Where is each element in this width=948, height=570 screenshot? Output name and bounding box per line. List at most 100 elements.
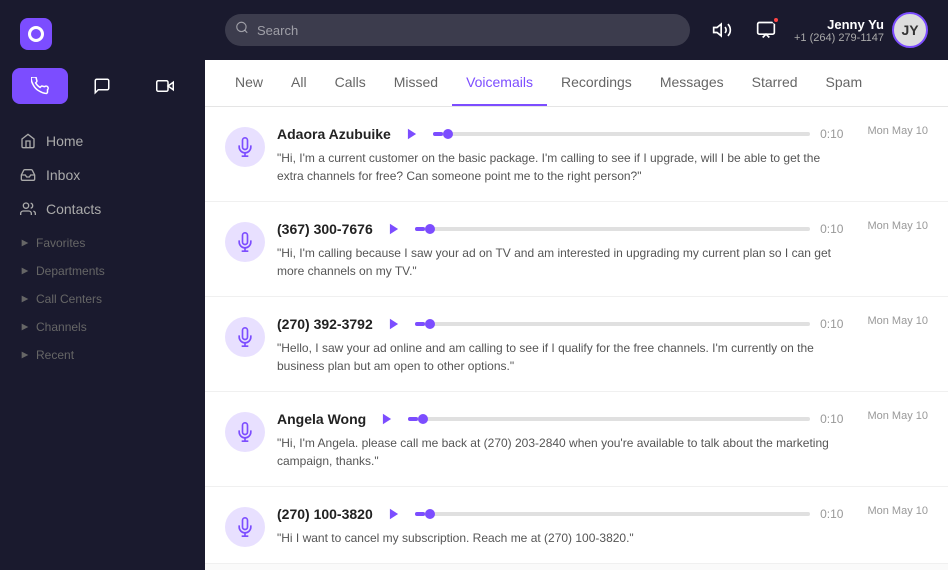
progress-dot-5 xyxy=(425,509,435,519)
progress-bar-4[interactable] xyxy=(408,417,810,421)
nav-tab-chat[interactable] xyxy=(74,68,130,104)
chevron-right-icon-channels xyxy=(20,322,30,332)
voicemail-item: (270) 100-3820 0:10 "Hi I want to cancel… xyxy=(205,487,948,564)
voicemail-right-3: Mon May 10 xyxy=(855,313,928,327)
tab-calls[interactable]: Calls xyxy=(321,60,380,106)
play-button-4[interactable] xyxy=(376,408,398,430)
voicemail-text-3: "Hello, I saw your ad online and am call… xyxy=(277,339,843,375)
voicemail-name-2: (367) 300-7676 xyxy=(277,221,373,237)
voicemail-header-3: (270) 392-3792 0:10 xyxy=(277,313,843,335)
voicemail-text-5: "Hi I want to cancel my subscription. Re… xyxy=(277,529,843,547)
sidebar-item-home[interactable]: Home xyxy=(0,124,205,158)
voicemail-header-1: Adaora Azubuike 0:10 xyxy=(277,123,843,145)
tab-new[interactable]: New xyxy=(221,60,277,106)
sidebar-item-inbox[interactable]: Inbox xyxy=(0,158,205,192)
voicemail-name-5: (270) 100-3820 xyxy=(277,506,373,522)
sidebar-section-callcenters-label: Call Centers xyxy=(36,292,102,306)
search-input[interactable] xyxy=(225,14,690,46)
progress-bar-3[interactable] xyxy=(415,322,810,326)
sidebar-section-departments-label: Departments xyxy=(36,264,105,278)
play-icon-4 xyxy=(380,412,394,426)
voicemail-content-1: Adaora Azubuike 0:10 "Hi, I'm a current … xyxy=(277,123,843,185)
sidebar-item-home-label: Home xyxy=(46,133,83,149)
voicemail-avatar-3 xyxy=(225,317,265,357)
duration-4: 0:10 xyxy=(820,412,843,426)
duration-2: 0:10 xyxy=(820,222,843,236)
sidebar-section-channels[interactable]: Channels xyxy=(0,310,205,338)
progress-track-3 xyxy=(415,322,425,326)
play-icon-5 xyxy=(387,507,401,521)
search-bar xyxy=(225,14,690,46)
play-button-2[interactable] xyxy=(383,218,405,240)
notification-dot xyxy=(772,16,780,24)
voicemail-icon-3 xyxy=(235,327,255,347)
voicemail-text-1: "Hi, I'm a current customer on the basic… xyxy=(277,149,843,185)
tab-all[interactable]: All xyxy=(277,60,321,106)
sidebar-section-callcenters[interactable]: Call Centers xyxy=(0,282,205,310)
voicemail-name-3: (270) 392-3792 xyxy=(277,316,373,332)
play-button-3[interactable] xyxy=(383,313,405,335)
chevron-right-icon-favorites xyxy=(20,238,30,248)
voicemail-date-1: Mon May 10 xyxy=(867,125,928,137)
user-details: Jenny Yu +1 (264) 279-1147 xyxy=(794,17,884,44)
speaker-icon xyxy=(712,20,732,40)
progress-bar-1[interactable] xyxy=(433,132,810,136)
voicemail-header-5: (270) 100-3820 0:10 xyxy=(277,503,843,525)
progress-bar-5[interactable] xyxy=(415,512,810,516)
header-right: Jenny Yu +1 (264) 279-1147 JY xyxy=(706,12,928,48)
tab-missed[interactable]: Missed xyxy=(380,60,452,106)
inbox-icon xyxy=(20,167,36,183)
sidebar-section-favorites-label: Favorites xyxy=(36,236,85,250)
progress-dot-4 xyxy=(418,414,428,424)
play-button-5[interactable] xyxy=(383,503,405,525)
voicemail-item: (270) 392-3792 0:10 "Hello, I saw your a… xyxy=(205,297,948,392)
nav-tab-video[interactable] xyxy=(137,68,193,104)
tab-voicemails[interactable]: Voicemails xyxy=(452,60,547,106)
avatar[interactable]: JY xyxy=(892,12,928,48)
message-icon-wrap xyxy=(750,14,782,46)
nav-tab-phone[interactable] xyxy=(12,68,68,104)
chevron-right-icon-callcenters xyxy=(20,294,30,304)
voicemail-text-4: "Hi, I'm Angela. please call me back at … xyxy=(277,434,843,470)
avatar-initials: JY xyxy=(901,22,918,38)
voicemail-content-4: Angela Wong 0:10 "Hi, I'm Angela. please… xyxy=(277,408,843,470)
tab-recordings[interactable]: Recordings xyxy=(547,60,646,106)
phone-icon xyxy=(31,77,49,95)
progress-track-5 xyxy=(415,512,425,516)
progress-bar-2[interactable] xyxy=(415,227,810,231)
home-icon xyxy=(20,133,36,149)
search-icon xyxy=(235,21,249,40)
tab-starred[interactable]: Starred xyxy=(738,60,812,106)
tab-messages[interactable]: Messages xyxy=(646,60,738,106)
sidebar-item-contacts[interactable]: Contacts xyxy=(0,192,205,226)
progress-dot-3 xyxy=(425,319,435,329)
sidebar-nav-tabs xyxy=(0,68,205,116)
voicemail-date-5: Mon May 10 xyxy=(867,505,928,517)
app-header: Jenny Yu +1 (264) 279-1147 JY xyxy=(205,0,948,60)
progress-track-4 xyxy=(408,417,418,421)
tab-spam[interactable]: Spam xyxy=(812,60,877,106)
voicemail-icon-2 xyxy=(235,232,255,252)
play-icon-2 xyxy=(387,222,401,236)
voicemail-name-4: Angela Wong xyxy=(277,411,366,427)
voicemail-text-2: "Hi, I'm calling because I saw your ad o… xyxy=(277,244,843,280)
sidebar-section-favorites[interactable]: Favorites xyxy=(0,226,205,254)
progress-dot-1 xyxy=(443,129,453,139)
voicemail-avatar-5 xyxy=(225,507,265,547)
main-panel: Jenny Yu +1 (264) 279-1147 JY New All Ca… xyxy=(205,0,948,570)
sidebar-section-recent[interactable]: Recent xyxy=(0,338,205,366)
voicemail-header-4: Angela Wong 0:10 xyxy=(277,408,843,430)
sidebar-section-channels-label: Channels xyxy=(36,320,87,334)
voicemail-icon-4 xyxy=(235,422,255,442)
voicemail-right-1: Mon May 10 xyxy=(855,123,928,137)
speaker-icon-btn[interactable] xyxy=(706,14,738,46)
play-icon-1 xyxy=(405,127,419,141)
play-button-1[interactable] xyxy=(401,123,423,145)
sidebar-section-departments[interactable]: Departments xyxy=(0,254,205,282)
voicemail-avatar-4 xyxy=(225,412,265,452)
chat-icon xyxy=(93,77,111,95)
play-icon-3 xyxy=(387,317,401,331)
progress-dot-2 xyxy=(425,224,435,234)
sidebar-section-recent-label: Recent xyxy=(36,348,74,362)
voicemail-date-4: Mon May 10 xyxy=(867,410,928,422)
